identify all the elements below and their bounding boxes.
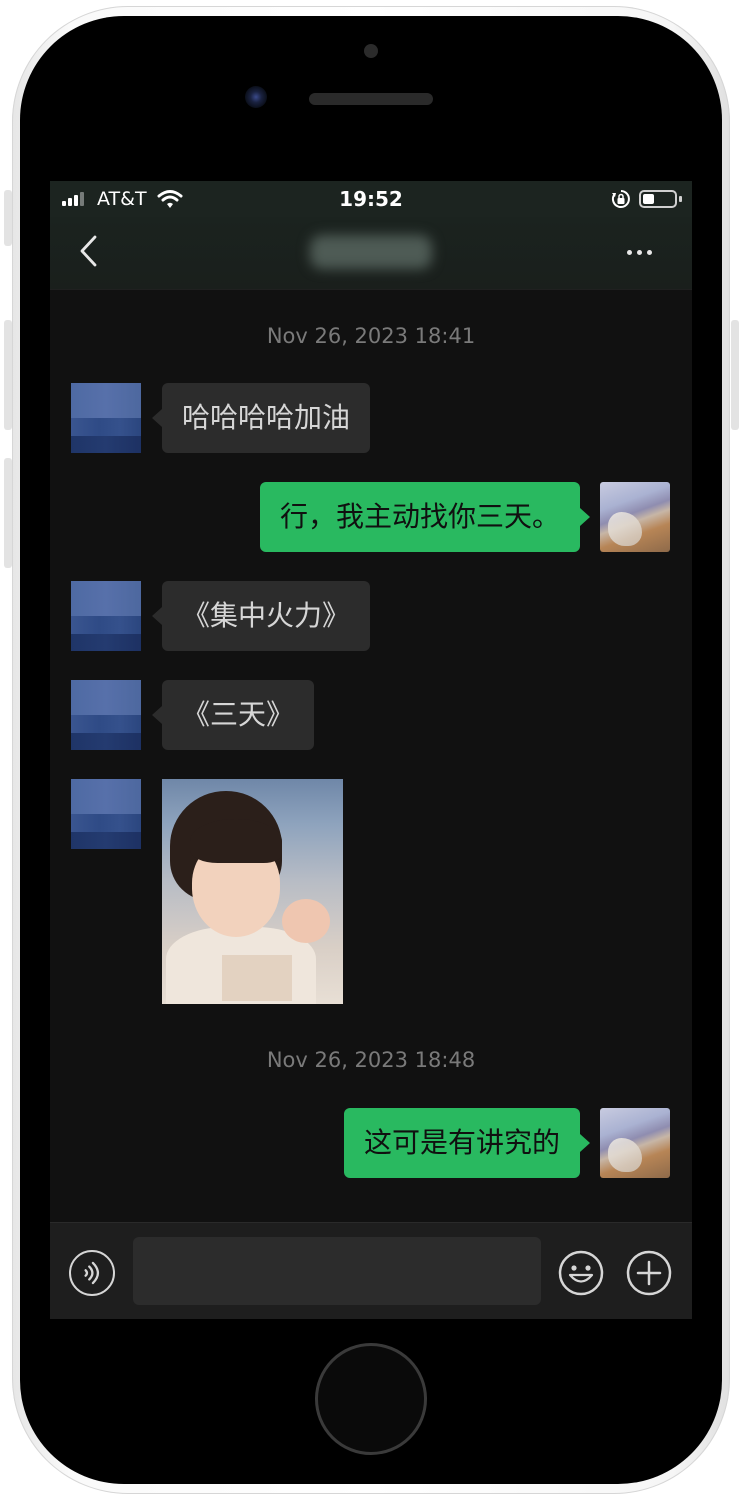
- status-time: 19:52: [339, 187, 403, 211]
- my-avatar[interactable]: [600, 482, 670, 552]
- home-button[interactable]: [315, 1343, 427, 1455]
- mute-switch: [4, 190, 12, 246]
- sticker-image[interactable]: [162, 779, 343, 1004]
- contact-avatar[interactable]: [71, 680, 141, 750]
- outgoing-message[interactable]: 这可是有讲究的: [343, 1108, 591, 1178]
- contact-avatar[interactable]: [71, 581, 141, 651]
- message-timestamp: Nov 26, 2023 18:41: [266, 324, 476, 348]
- earpiece-speaker: [309, 93, 433, 105]
- my-avatar[interactable]: [600, 1108, 670, 1178]
- front-camera: [245, 86, 267, 108]
- outgoing-message[interactable]: 行，我主动找你三天。: [259, 482, 591, 552]
- emoji-icon[interactable]: [558, 1250, 604, 1296]
- chat-header: ·······: [50, 217, 692, 290]
- chat-screen: AT&T 19:52 ······· Nov 26, 2023 18:41 哈哈…: [50, 181, 692, 1319]
- power-button: [731, 320, 739, 430]
- proximity-sensor: [364, 44, 378, 58]
- volume-up-button: [4, 320, 12, 430]
- chat-title: ·······: [310, 235, 432, 269]
- battery-tip: [679, 196, 682, 202]
- battery-icon: [639, 190, 677, 208]
- plus-icon[interactable]: [626, 1250, 672, 1296]
- message-timestamp: Nov 26, 2023 18:48: [266, 1048, 476, 1072]
- voice-icon[interactable]: [69, 1250, 115, 1296]
- chevron-left-icon[interactable]: [70, 231, 110, 271]
- contact-avatar[interactable]: [71, 383, 141, 453]
- status-bar: AT&T 19:52: [50, 181, 692, 217]
- incoming-message[interactable]: 《集中火力》: [151, 581, 371, 651]
- incoming-message[interactable]: 哈哈哈哈加油: [151, 383, 371, 453]
- volume-down-button: [4, 458, 12, 568]
- incoming-message[interactable]: 《三天》: [151, 680, 315, 750]
- contact-avatar[interactable]: [71, 779, 141, 849]
- message-input[interactable]: [133, 1237, 541, 1305]
- input-bar: [50, 1222, 692, 1319]
- ellipsis-icon[interactable]: [618, 239, 658, 265]
- rotation-lock-icon: [611, 190, 630, 208]
